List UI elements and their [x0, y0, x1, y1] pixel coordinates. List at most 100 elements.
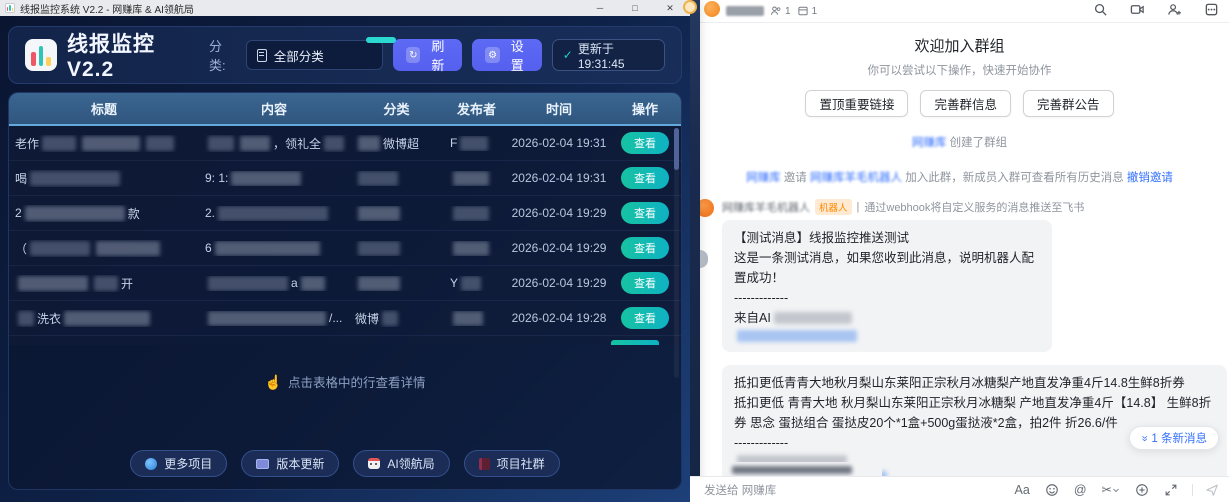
composer-placeholder: 发送给 网赚库 [704, 482, 776, 498]
gear-icon: ⚙ [485, 47, 499, 63]
col-title: 标题 [9, 93, 199, 124]
table-card: 标题 内容 分类 发布者 时间 操作 老作 ，领礼全 微博超 F 2026-02… [8, 92, 682, 490]
ai-hub-button[interactable]: AI领航局 [353, 450, 449, 477]
minimize-button[interactable]: ─ [585, 0, 615, 16]
scrollbar-thumb[interactable] [674, 128, 679, 170]
new-message-pill[interactable]: » 1 条新消息 [1129, 426, 1219, 450]
view-button[interactable]: 查看 [621, 132, 669, 154]
add-member-icon[interactable] [1167, 2, 1182, 17]
view-button[interactable]: 查看 [621, 307, 669, 329]
version-update-button[interactable]: 版本更新 [241, 450, 339, 477]
inviter-link[interactable]: 网赚库 [746, 172, 781, 184]
complete-group-info-button[interactable]: 完善群信息 [920, 90, 1011, 117]
welcome-subtitle: 你可以尝试以下操作，快速开始协作 [690, 62, 1229, 78]
category-label: 分类: [209, 36, 236, 74]
mention-icon[interactable]: @ [1074, 483, 1087, 497]
attach-plus-icon[interactable] [1135, 483, 1149, 497]
table-row[interactable]: 2款 2. 2026-02-04 19:29 查看 [9, 196, 681, 231]
chat-body: 欢迎加入群组 你可以尝试以下操作，快速开始协作 置顶重要链接 完善群信息 完善群… [690, 23, 1229, 476]
message-sender-row: 网赚库羊毛机器人 机器人 | 通过webhook将自定义服务的消息推送至飞书 [722, 199, 1229, 215]
view-button[interactable]: 查看 [621, 167, 669, 189]
creator-link[interactable]: 网赚库 [912, 137, 947, 149]
view-button[interactable]: 查看 [621, 272, 669, 294]
col-category: 分类 [349, 93, 444, 124]
more-settings-icon[interactable] [1204, 2, 1219, 17]
footer-button-bar: 更多项目 版本更新 AI领航局 项目社群 [9, 450, 681, 477]
window-titlebar: 线报监控系统 V2.2 - 网赚库 & AI领航局 ─ □ ✕ [0, 0, 690, 16]
system-message-invite: 网赚库 邀请 网赚库羊毛机器人 加入此群，新成员入群可查看所有历史消息 撤销邀请 [690, 169, 1229, 185]
desktop: 线报监控系统 V2.2 - 网赚库 & AI领航局 ─ □ ✕ 线报监控 V2.… [0, 0, 1229, 502]
app-header: 线报监控 V2.2 分类: 全部分类 ↻ 刷新 ⚙ 设置 [8, 26, 682, 84]
updated-at-badge: ✓ 更新于 19:31:45 [552, 39, 665, 71]
bot-description: 通过webhook将自定义服务的消息推送至飞书 [864, 199, 1084, 215]
table-row-partial[interactable] [9, 336, 681, 345]
redacted-text [774, 312, 852, 324]
screenshot-scissors-icon[interactable]: ✂ [1102, 482, 1120, 497]
view-button[interactable]: 查看 [621, 202, 669, 224]
welcome-actions: 置顶重要链接 完善群信息 完善群公告 [690, 90, 1229, 117]
community-button[interactable]: 项目社群 [464, 450, 560, 477]
check-icon: ✓ [563, 48, 573, 62]
window-title: 线报监控系统 V2.2 - 网赚库 & AI领航局 [20, 1, 194, 16]
revoke-invite-link[interactable]: 撤销邀请 [1127, 172, 1173, 184]
col-publisher: 发布者 [444, 93, 509, 124]
robot-icon [368, 458, 380, 469]
tabs-count-badge[interactable]: 1 [797, 5, 818, 17]
tabs-icon [797, 5, 809, 17]
video-call-icon[interactable] [1130, 2, 1145, 17]
col-content: 内容 [199, 93, 349, 124]
settings-button[interactable]: ⚙ 设置 [472, 39, 541, 71]
message-composer[interactable]: 发送给 网赚库 Aa @ ✂ [690, 476, 1229, 502]
complete-announcement-button[interactable]: 完善群公告 [1023, 90, 1114, 117]
table-row[interactable]: 喝 9: 1: 2026-02-04 19:31 查看 [9, 161, 681, 196]
select-dash-decoration [366, 37, 396, 43]
pin-link-button[interactable]: 置顶重要链接 [805, 90, 908, 117]
table-header: 标题 内容 分类 发布者 时间 操作 [9, 93, 681, 126]
view-button[interactable]: 查看 [621, 237, 669, 259]
refresh-button[interactable]: ↻ 刷新 [393, 39, 462, 71]
globe-icon [145, 458, 157, 470]
category-value: 全部分类 [274, 46, 324, 65]
members-icon [770, 5, 782, 17]
app-icon [5, 3, 15, 13]
message-bubble-deal1: 抵扣更低青青大地秋月梨山东莱阳正宗秋月冰糖梨产地直发净重4斤14.8生鲜8折券 … [722, 365, 1227, 476]
row-click-hint: ☝点击表格中的行查看详情 [9, 372, 681, 391]
app-background: 线报监控 V2.2 分类: 全部分类 ↻ 刷新 ⚙ 设置 [0, 16, 690, 502]
message-bubble-partial [722, 462, 882, 476]
refresh-icon: ↻ [406, 47, 420, 63]
chat-app-window: 1 1 欢迎加入群组 你可以尝试以下操作，快速开始协作 置顶重要链接 完善群信息… [690, 0, 1229, 502]
redacted-link [737, 330, 857, 342]
col-action: 操作 [609, 93, 681, 124]
emoji-icon[interactable] [1045, 483, 1059, 497]
table-row[interactable]: 老作 ，领礼全 微博超 F 2026-02-04 19:31 查看 [9, 126, 681, 161]
bot-tag-badge: 机器人 [815, 199, 852, 215]
table-row[interactable]: 开 a Y 2026-02-04 19:29 查看 [9, 266, 681, 301]
group-avatar[interactable] [704, 1, 720, 17]
monitor-icon [256, 459, 269, 469]
welcome-title: 欢迎加入群组 [690, 23, 1229, 56]
composer-divider [1192, 484, 1193, 496]
expand-icon[interactable] [1164, 483, 1178, 497]
table-row[interactable]: （ 6 2026-02-04 19:29 查看 [9, 231, 681, 266]
redacted-text [732, 466, 852, 474]
chat-left-edge [690, 0, 700, 502]
chevron-double-down-icon: » [1139, 435, 1150, 441]
bot-link[interactable]: 网赚库羊毛机器人 [810, 172, 902, 184]
category-select[interactable]: 全部分类 [246, 40, 383, 70]
maximize-button[interactable]: □ [620, 0, 650, 16]
send-icon[interactable] [1205, 483, 1219, 497]
group-name-redacted [726, 6, 764, 16]
close-button[interactable]: ✕ [655, 0, 685, 16]
table-row[interactable]: 洗衣 /... 微博 2026-02-04 19:28 查看 [9, 301, 681, 336]
chat-header: 1 1 [690, 0, 1229, 23]
more-projects-button[interactable]: 更多项目 [130, 450, 227, 477]
search-icon[interactable] [1093, 2, 1108, 17]
message-bubble-test: 【测试消息】线报监控推送测试 这是一条测试消息，如果您收到此消息，说明机器人配置… [722, 220, 1052, 352]
sidebar-avatar-cut [683, 0, 697, 14]
member-count-badge[interactable]: 1 [770, 5, 791, 17]
system-message-created: 网赚库 创建了群组 [690, 134, 1229, 150]
app-logo-icon [25, 39, 57, 71]
font-style-icon[interactable]: Aa [1015, 483, 1030, 497]
table-scrollbar[interactable] [674, 128, 679, 378]
col-time: 时间 [509, 93, 609, 124]
